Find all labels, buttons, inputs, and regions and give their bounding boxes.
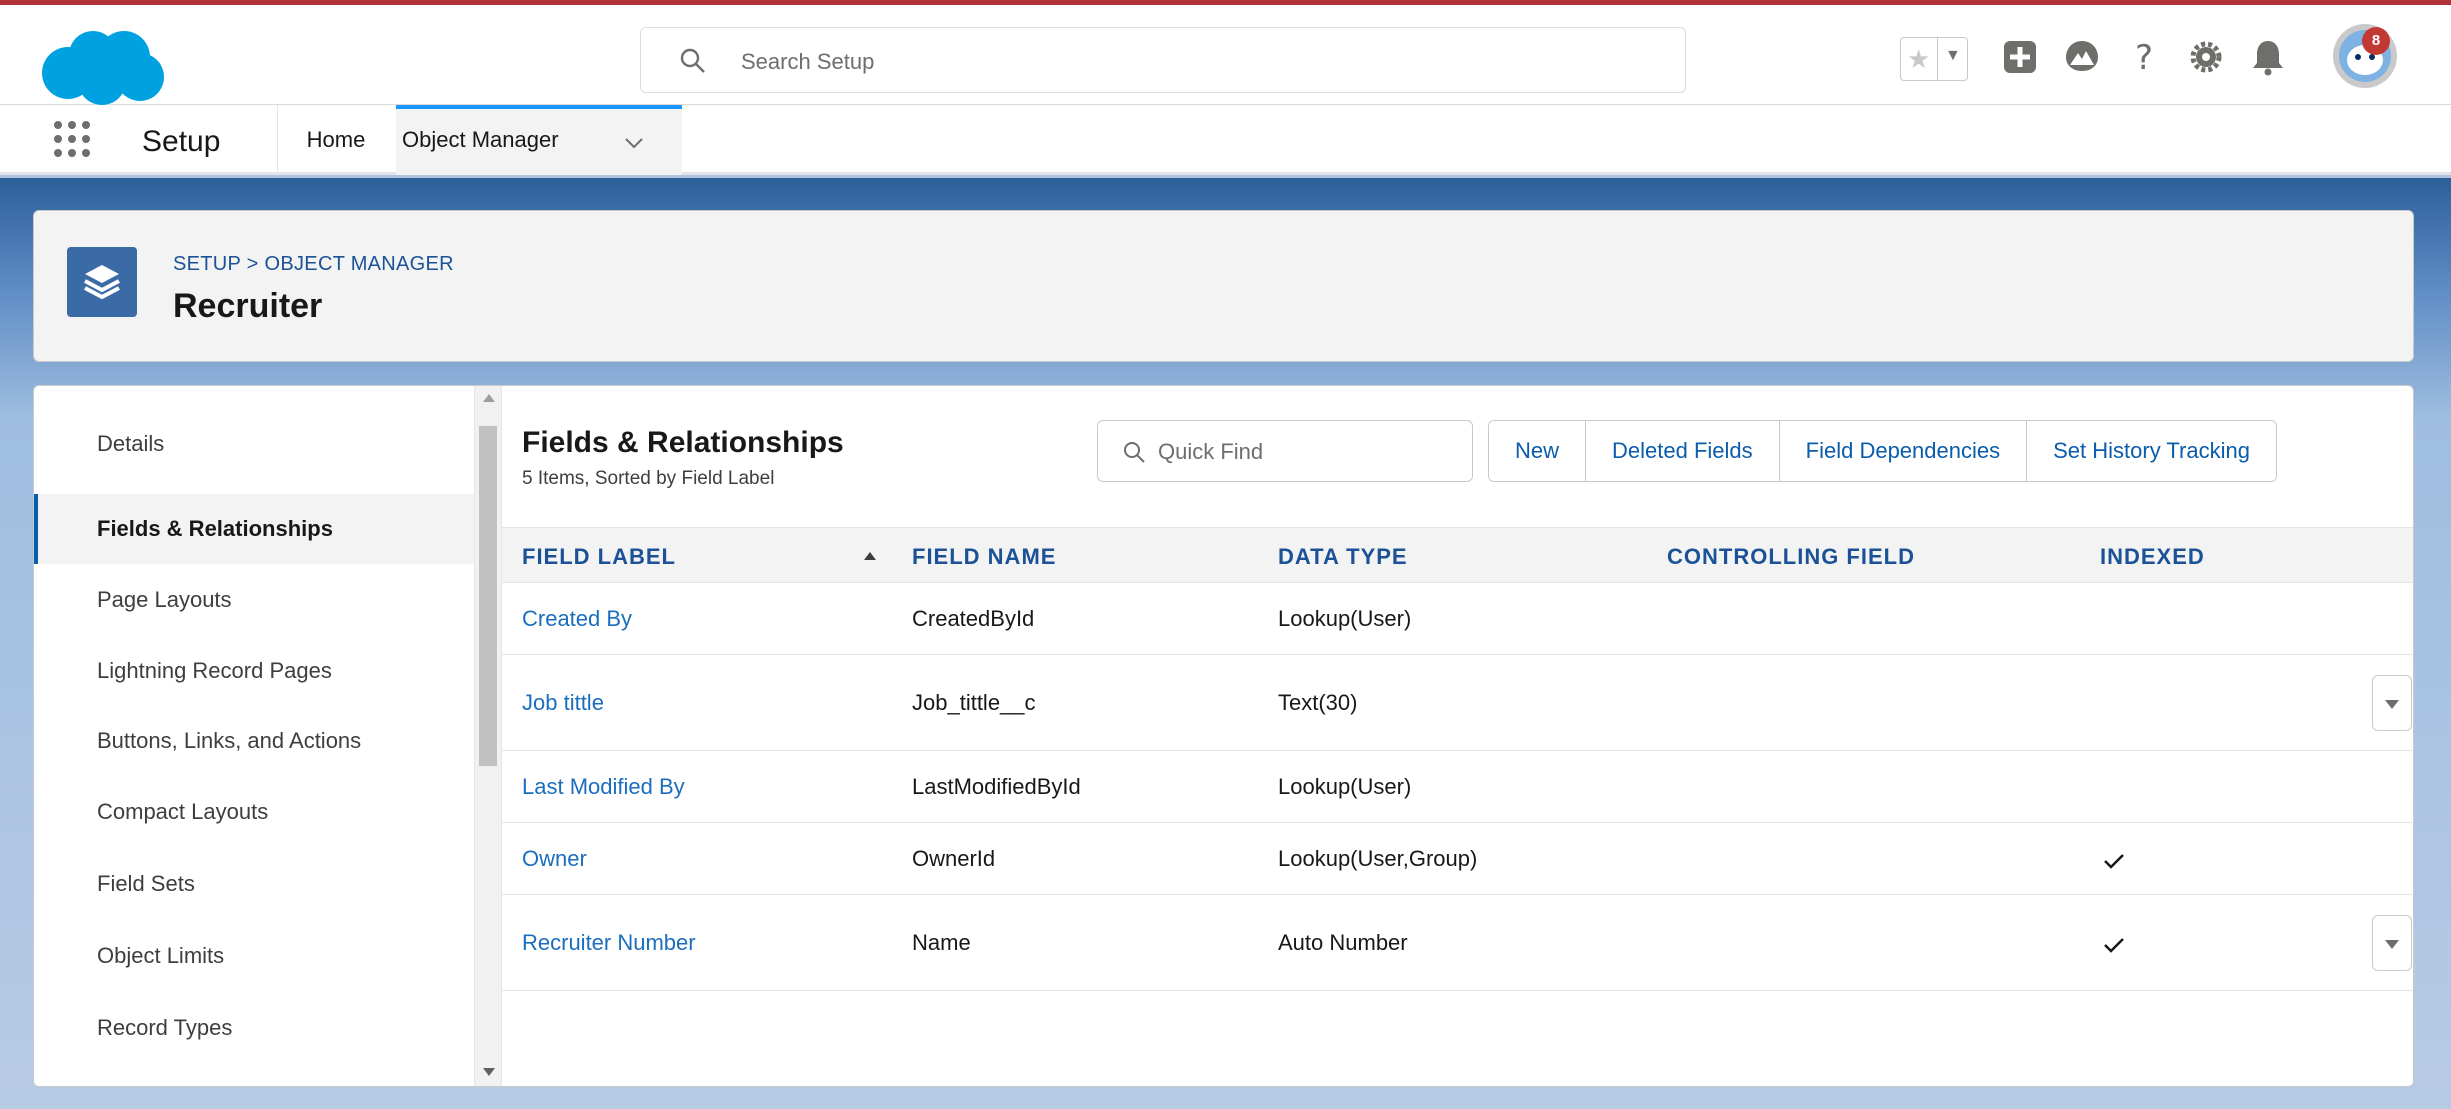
field-name-cell: CreatedById [912, 606, 1035, 631]
column-header-controlling-field[interactable]: CONTROLLING FIELD [1667, 544, 1915, 570]
sidebar-item-object-limits[interactable]: Object Limits [34, 921, 474, 991]
sidebar-item-buttons-links-actions[interactable]: Buttons, Links, and Actions [34, 706, 474, 776]
sidebar-item-fields-relationships[interactable]: Fields & Relationships [34, 494, 474, 564]
section-subtitle: 5 Items, Sorted by Field Label [522, 468, 775, 489]
field-label-link[interactable]: Created By [522, 606, 632, 632]
fields-content: Fields & Relationships 5 Items, Sorted b… [502, 386, 2413, 1086]
checkmark-icon [2104, 938, 2124, 953]
data-type-cell: Lookup(User) [1278, 606, 1412, 631]
table-row: Created By CreatedById Lookup(User) [502, 583, 2413, 655]
sidebar-item-details[interactable]: Details [34, 409, 474, 479]
search-setup-input[interactable]: Search Setup [640, 27, 1686, 93]
column-header-data-type[interactable]: DATA TYPE [1278, 544, 1408, 570]
chevron-down-icon[interactable] [622, 131, 646, 155]
data-type-cell: Lookup(User) [1278, 774, 1412, 799]
deleted-fields-button[interactable]: Deleted Fields [1585, 421, 1779, 481]
data-type-cell: Auto Number [1278, 930, 1408, 955]
tab-object-manager[interactable]: Object Manager [396, 105, 682, 175]
app-name: Setup [142, 125, 221, 158]
scroll-down-arrow-icon[interactable] [483, 1068, 495, 1076]
field-name-cell: OwnerId [912, 846, 996, 871]
app-launcher-icon[interactable] [54, 121, 90, 157]
salesforce-cloud-logo[interactable] [38, 27, 166, 107]
data-type-cell: Lookup(User,Group) [1278, 846, 1478, 871]
scroll-up-arrow-icon[interactable] [483, 394, 495, 402]
svg-text:?: ? [2135, 38, 2153, 78]
quick-find-input[interactable]: Quick Find [1097, 420, 1473, 482]
sidebar-item-field-sets[interactable]: Field Sets [34, 849, 474, 919]
notification-count-badge: 8 [2362, 27, 2390, 55]
table-row: Job tittle Job_tittle__c Text(30) [502, 655, 2413, 751]
chevron-down-icon [2385, 700, 2399, 709]
sidebar-scrollbar[interactable] [474, 386, 502, 1086]
gear-icon[interactable] [2184, 35, 2228, 79]
search-placeholder: Search Setup [741, 49, 875, 74]
help-icon[interactable]: ? [2122, 35, 2166, 79]
sidebar-item-lightning-record-pages[interactable]: Lightning Record Pages [34, 636, 474, 706]
star-icon[interactable]: ★ [1907, 45, 1930, 73]
table-header: FIELD LABEL FIELD NAME DATA TYPE CONTROL… [502, 527, 2413, 583]
chevron-down-icon[interactable]: ▼ [1945, 47, 1961, 65]
column-header-field-label[interactable]: FIELD LABEL [522, 544, 676, 570]
tab-object-manager-label: Object Manager [402, 127, 559, 152]
column-header-indexed[interactable]: INDEXED [2100, 544, 2205, 570]
object-title: Recruiter [173, 287, 323, 325]
section-title: Fields & Relationships [522, 426, 844, 459]
new-button[interactable]: New [1489, 421, 1586, 481]
field-label-link[interactable]: Recruiter Number [522, 930, 696, 956]
table-row: Last Modified By LastModifiedById Lookup… [502, 751, 2413, 823]
checkmark-icon [2104, 854, 2124, 869]
field-name-cell: LastModifiedById [912, 774, 1081, 799]
field-name-cell: Job_tittle__c [912, 690, 1036, 715]
search-icon [1124, 442, 1145, 463]
row-actions-menu-button[interactable] [2372, 675, 2412, 731]
data-type-cell: Text(30) [1278, 690, 1358, 715]
field-label-link[interactable]: Last Modified By [522, 774, 685, 800]
sidebar-item-compact-layouts[interactable]: Compact Layouts [34, 777, 474, 847]
object-manager-panel: Details Fields & Relationships Page Layo… [33, 385, 2414, 1087]
field-dependencies-button[interactable]: Field Dependencies [1778, 421, 2027, 481]
field-label-link[interactable]: Job tittle [522, 690, 604, 716]
sidebar-item-page-layouts[interactable]: Page Layouts [34, 565, 474, 635]
sort-ascending-icon[interactable] [864, 552, 876, 560]
column-header-field-name[interactable]: FIELD NAME [912, 544, 1056, 570]
chevron-down-icon [2385, 940, 2399, 949]
notifications-bell-icon[interactable] [2246, 35, 2290, 79]
scrollbar-thumb[interactable] [479, 426, 497, 766]
field-label-link[interactable]: Owner [522, 846, 587, 872]
sidebar-item-record-types[interactable]: Record Types [34, 993, 474, 1063]
object-sidebar: Details Fields & Relationships Page Layo… [34, 386, 474, 1086]
global-header: Search Setup ★ ▼ ? 8 [0, 5, 2451, 105]
field-actions-button-group: New Deleted Fields Field Dependencies Se… [1488, 420, 2277, 482]
tab-home[interactable]: Home [277, 105, 395, 175]
quick-find-placeholder: Quick Find [1158, 439, 1264, 464]
breadcrumb[interactable]: SETUP > OBJECT MANAGER [173, 253, 454, 276]
set-history-tracking-button[interactable]: Set History Tracking [2026, 421, 2276, 481]
favorites-divider [1937, 38, 1938, 80]
row-actions-menu-button[interactable] [2372, 915, 2412, 971]
trailhead-icon[interactable] [2060, 35, 2104, 79]
table-row: Recruiter Number Name Auto Number [502, 895, 2413, 991]
global-create-icon[interactable] [1998, 35, 2042, 79]
favorites-button-group[interactable]: ★ ▼ [1900, 37, 1968, 81]
object-header: SETUP > OBJECT MANAGER Recruiter [33, 210, 2414, 362]
app-navigation-bar: Setup Home Object Manager [0, 105, 2451, 175]
table-row: Owner OwnerId Lookup(User,Group) [502, 823, 2413, 895]
layers-icon [67, 247, 137, 317]
search-icon [680, 48, 705, 73]
field-name-cell: Name [912, 930, 971, 955]
